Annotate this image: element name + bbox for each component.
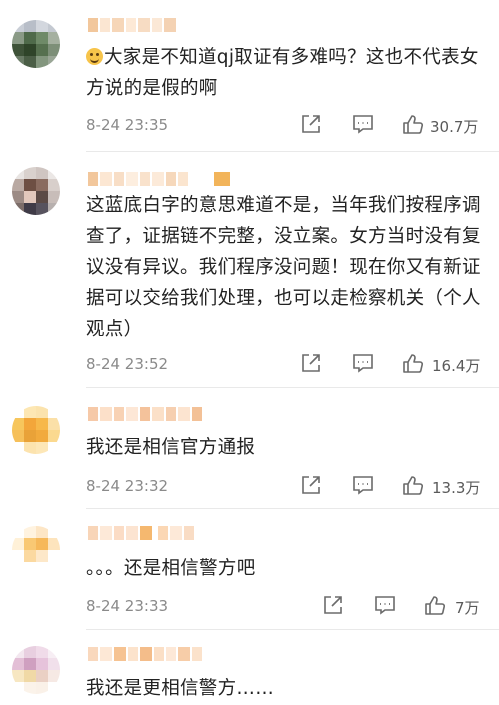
comment-text: 这蓝底白字的意思难道不是，当年我们按程序调查了，证据链不完整，没立案。女方当时没…: [86, 195, 481, 340]
username-blurred[interactable]: [88, 645, 202, 663]
comment-text: 。。。还是相信警方吧: [86, 558, 256, 579]
thumbs-up-icon[interactable]: [402, 474, 424, 496]
username-blurred[interactable]: [88, 524, 194, 542]
comment-meta: 8-24 23:35 30.7万: [86, 113, 491, 139]
comment-date: 8-24 23:52: [86, 355, 169, 373]
comment-date: 8-24 23:35: [86, 116, 169, 134]
share-icon[interactable]: [300, 113, 322, 135]
thumbs-up-icon[interactable]: [402, 113, 424, 135]
like-count: 7万: [455, 599, 480, 617]
comment-text: 我还是更相信警方……: [86, 678, 275, 699]
username-blurred[interactable]: [88, 405, 202, 423]
share-icon[interactable]: [322, 594, 344, 616]
comment-text: 我还是相信官方通报: [86, 437, 256, 458]
username-blurred[interactable]: [88, 170, 230, 188]
thumbs-up-icon[interactable]: [424, 594, 446, 616]
like-count: 30.7万: [430, 118, 479, 136]
share-icon[interactable]: [300, 474, 322, 496]
comment-meta: 8-24 23:33 7万: [86, 594, 491, 620]
comment-icon[interactable]: [352, 352, 374, 374]
username-blurred[interactable]: [88, 16, 176, 34]
comment-meta: 8-24 23:52 16.4万: [86, 352, 491, 378]
avatar[interactable]: [12, 20, 60, 68]
comment-icon[interactable]: [352, 474, 374, 496]
divider: [86, 629, 499, 630]
avatar[interactable]: [12, 646, 60, 694]
divider: [86, 387, 499, 388]
avatar[interactable]: [12, 406, 60, 454]
divider: [86, 508, 499, 509]
avatar[interactable]: [12, 167, 60, 215]
comment-icon[interactable]: [352, 113, 374, 135]
thumbs-up-icon[interactable]: [402, 352, 424, 374]
comment-icon[interactable]: [374, 594, 396, 616]
like-count: 16.4万: [432, 357, 481, 375]
comment-date: 8-24 23:33: [86, 597, 169, 615]
comment-date: 8-24 23:32: [86, 477, 169, 495]
like-count: 13.3万: [432, 479, 481, 497]
share-icon[interactable]: [300, 352, 322, 374]
comment-text: 大家是不知道qj取证有多难吗？这也不代表女方说的是假的啊: [86, 47, 479, 99]
avatar[interactable]: [12, 526, 60, 574]
comment-meta: 8-24 23:32 13.3万: [86, 474, 491, 500]
divider: [86, 151, 499, 152]
grinning-sweat-emoji: [86, 48, 103, 65]
